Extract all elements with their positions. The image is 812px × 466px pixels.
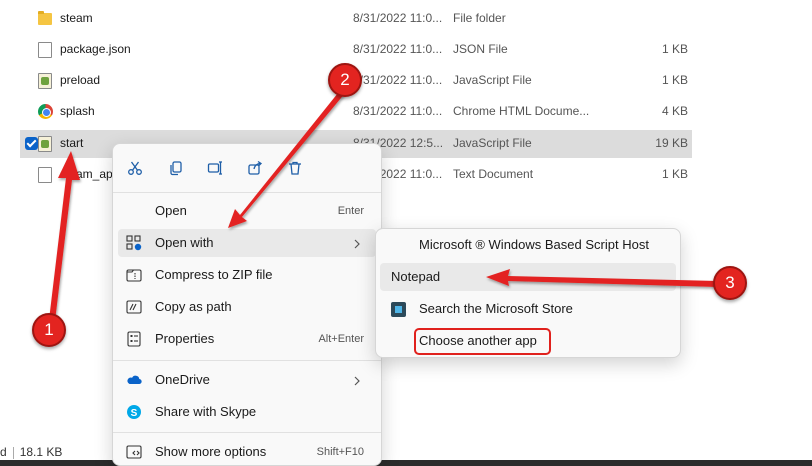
rename-icon[interactable] — [203, 156, 227, 180]
file-size: 1 KB — [661, 167, 688, 181]
file-name: splash — [60, 104, 95, 118]
menu-item-label: OneDrive — [155, 372, 210, 387]
properties-icon — [126, 331, 142, 347]
menu-item-label: Open with — [155, 235, 214, 250]
menu-item-share-skype[interactable]: S Share with Skype — [118, 398, 376, 426]
file-row-splash[interactable]: splash 8/31/2022 11:0... Chrome HTML Doc… — [20, 98, 692, 126]
annotation-badge-3: 3 — [713, 266, 747, 300]
file-name: package.json — [60, 42, 131, 56]
context-menu: Open Enter Open with Compress to ZIP fil… — [112, 143, 382, 466]
file-name: steam_ap — [60, 167, 113, 181]
javascript-file-icon — [38, 73, 52, 89]
file-type: JSON File — [453, 42, 508, 56]
share-icon[interactable] — [243, 156, 267, 180]
menu-item-shortcut: Shift+F10 — [316, 446, 364, 458]
open-with-icon — [126, 235, 142, 251]
menu-item-properties[interactable]: Properties Alt+Enter — [118, 325, 376, 353]
file-row-package-json[interactable]: package.json 8/31/2022 11:0... JSON File… — [20, 36, 692, 64]
menu-item-label: Open — [155, 203, 187, 218]
menu-separator — [113, 432, 381, 433]
cut-icon[interactable] — [123, 156, 147, 180]
microsoft-store-icon — [391, 302, 406, 317]
file-size: 1 KB — [661, 42, 688, 56]
submenu-item-label: Notepad — [391, 269, 441, 284]
menu-item-open-with[interactable]: Open with — [118, 229, 376, 257]
file-size: 4 KB — [661, 104, 688, 118]
menu-item-label: Share with Skype — [155, 404, 257, 419]
menu-separator — [113, 360, 381, 361]
status-separator — [12, 446, 14, 459]
javascript-file-icon — [38, 136, 52, 152]
chevron-right-icon — [352, 237, 362, 249]
file-row-steam[interactable]: steam 8/31/2022 11:0... File folder — [20, 5, 692, 33]
file-name: steam — [60, 11, 93, 25]
annotation-badge-2: 2 — [328, 63, 362, 97]
menu-item-open[interactable]: Open Enter — [118, 197, 376, 225]
file-type: JavaScript File — [453, 73, 532, 87]
document-icon — [38, 42, 52, 58]
file-type: Chrome HTML Docume... — [453, 104, 590, 118]
file-type: File folder — [453, 11, 506, 25]
svg-text:S: S — [131, 408, 138, 419]
status-bar-fragment: d — [0, 445, 7, 459]
annotation-badge-1: 1 — [32, 313, 66, 347]
file-name: preload — [60, 73, 101, 87]
selection-size: 18.1 KB — [19, 445, 63, 459]
selection-checkbox[interactable] — [25, 137, 38, 150]
menu-item-onedrive[interactable]: OneDrive — [118, 366, 376, 394]
menu-item-copy-path[interactable]: Copy as path — [118, 293, 376, 321]
menu-separator — [113, 192, 381, 193]
folder-icon — [38, 11, 52, 25]
menu-item-shortcut: Enter — [337, 205, 364, 217]
menu-item-show-more[interactable]: Show more options Shift+F10 — [118, 438, 376, 466]
file-date: 8/31/2022 11:0... — [353, 73, 443, 87]
submenu-item-store[interactable]: Search the Microsoft Store — [380, 295, 676, 323]
file-type: JavaScript File — [453, 136, 532, 150]
menu-item-label: Copy as path — [155, 299, 232, 314]
file-type: Text Document — [453, 167, 534, 181]
file-date: 8/31/2022 11:0... — [353, 11, 443, 25]
copy-icon[interactable] — [164, 156, 188, 180]
file-size: 19 KB — [655, 136, 688, 150]
menu-item-label: Show more options — [155, 444, 267, 459]
zip-folder-icon — [126, 267, 142, 283]
menu-item-shortcut: Alt+Enter — [318, 333, 364, 345]
text-document-icon — [38, 167, 52, 183]
show-more-options-icon — [126, 444, 142, 460]
file-date: 8/31/2022 11:0... — [353, 104, 443, 118]
menu-item-compress[interactable]: Compress to ZIP file — [118, 261, 376, 289]
copy-path-icon — [126, 299, 142, 315]
choose-another-app-highlight — [414, 328, 551, 355]
onedrive-icon — [126, 372, 142, 388]
menu-item-label: Properties — [155, 331, 215, 346]
submenu-item-label: Search the Microsoft Store — [419, 301, 573, 316]
file-size: 1 KB — [661, 73, 688, 87]
menu-item-label: Compress to ZIP file — [155, 267, 273, 282]
submenu-item-notepad[interactable]: Notepad — [380, 263, 676, 291]
file-name: start — [60, 136, 84, 150]
chevron-right-icon — [352, 374, 362, 386]
file-date: 8/31/2022 11:0... — [353, 42, 443, 56]
skype-icon: S — [126, 404, 142, 420]
chrome-icon — [38, 104, 53, 119]
quick-action-bar — [113, 144, 381, 190]
submenu-item-script-host[interactable]: Microsoft ® Windows Based Script Host — [380, 231, 676, 259]
submenu-item-label: Microsoft ® Windows Based Script Host — [419, 237, 649, 252]
delete-icon[interactable] — [283, 156, 307, 180]
